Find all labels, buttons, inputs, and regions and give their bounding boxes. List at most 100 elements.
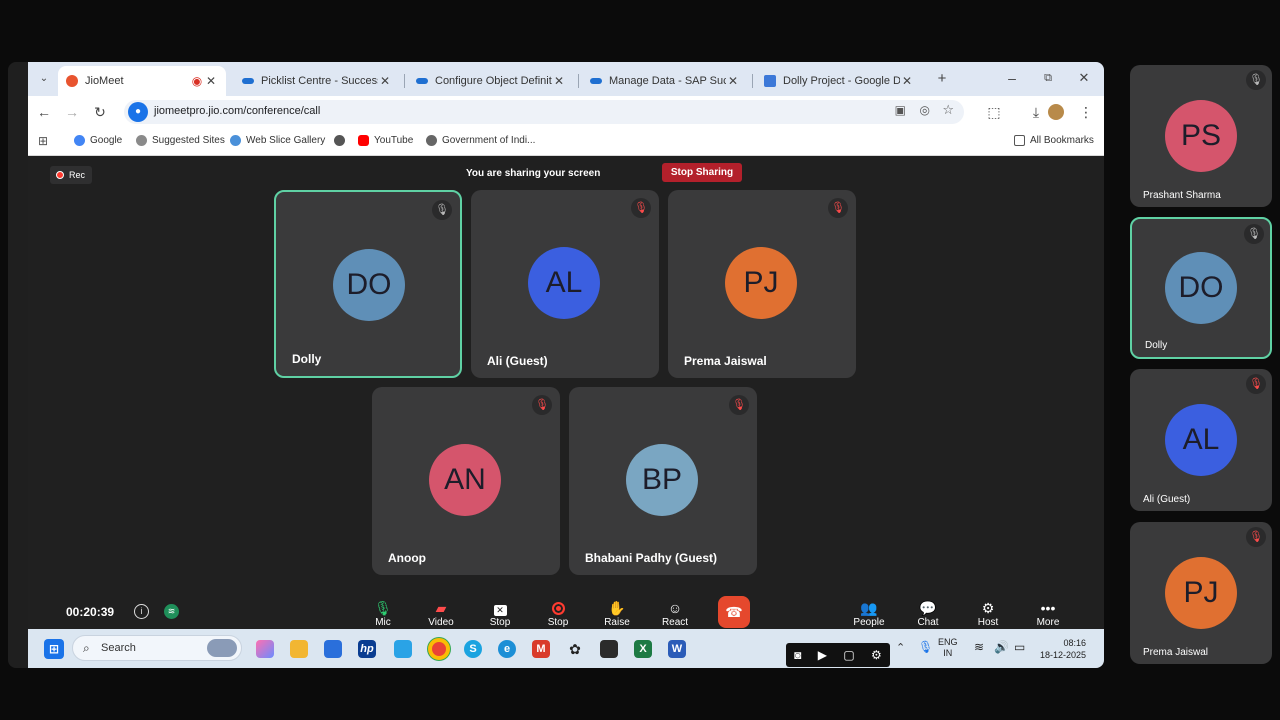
stop-share-button[interactable]: ✕ Stop (478, 599, 522, 628)
participant-tile-dolly[interactable]: 🎙 DO Dolly (274, 190, 462, 378)
skype-icon[interactable]: S (464, 640, 482, 658)
extensions-icon[interactable]: ⬚ (984, 102, 1004, 122)
file-explorer-icon[interactable] (290, 640, 308, 658)
mcafee-icon[interactable]: M (532, 640, 550, 658)
chat-bubble-icon: 💬 (919, 600, 937, 616)
jiomeet-favicon-icon (66, 75, 78, 87)
windows-taskbar: ⊞ ⌕ Search hp S e M ✿ X W ◙ ▶ ▢ ⚙ ⌃ 🎙 EN… (28, 629, 1104, 668)
end-call-button[interactable]: ☎ (718, 596, 750, 628)
language-indicator[interactable]: ENG IN (938, 637, 958, 659)
avatar: AL (1165, 404, 1237, 476)
bookmark-google[interactable]: Google (74, 135, 122, 146)
bookmark-government[interactable]: Government of Indi... (426, 135, 535, 146)
video-record-icon[interactable]: ▶ (818, 643, 827, 667)
hp-icon[interactable]: hp (358, 640, 376, 658)
all-bookmarks[interactable]: All Bookmarks (1014, 135, 1094, 146)
people-button[interactable]: 👥 People (847, 599, 891, 628)
cast-icon[interactable]: ▣ (895, 103, 906, 117)
back-arrow-icon[interactable]: ← (34, 102, 54, 122)
chrome-icon[interactable] (428, 638, 450, 660)
shared-screen: ⌄ JioMeet ◉ ✕ Picklist Centre - SuccessF… (8, 62, 1104, 668)
tab-picklist-centre[interactable]: Picklist Centre - SuccessFact ✕ (234, 66, 400, 96)
participant-tile-ali[interactable]: 🎙 AL Ali (Guest) (471, 190, 659, 378)
tab-close-icon[interactable]: ✕ (552, 74, 566, 88)
globe-icon (426, 135, 437, 146)
video-button[interactable]: ▰ Video (419, 599, 463, 628)
network-signal-icon[interactable]: ≋ (164, 604, 179, 619)
close-window-icon[interactable]: ✕ (1074, 68, 1094, 88)
chatgpt-icon[interactable]: ✿ (566, 640, 584, 658)
side-tile-prashant[interactable]: 🎙 PS Prashant Sharma (1130, 65, 1272, 207)
settings-gear-icon[interactable]: ⚙ (871, 643, 882, 667)
battery-icon[interactable]: ▭ (1014, 640, 1025, 654)
side-tile-prema[interactable]: 🎙 PJ Prema Jaiswal (1130, 522, 1272, 664)
tab-search-chevron-icon[interactable]: ⌄ (34, 69, 54, 89)
participant-tile-anoop[interactable]: 🎙 AN Anoop (372, 387, 560, 575)
taskbar-search-box[interactable]: ⌕ Search (72, 635, 242, 661)
excel-icon[interactable]: X (634, 640, 652, 658)
chat-button[interactable]: 💬 Chat (906, 599, 950, 628)
more-button[interactable]: ••• More (1026, 599, 1070, 628)
side-tile-ali[interactable]: 🎙 AL Ali (Guest) (1130, 369, 1272, 511)
info-icon[interactable]: i (134, 604, 149, 619)
stop-sharing-button[interactable]: Stop Sharing (662, 163, 742, 182)
new-tab-plus-icon[interactable]: + (932, 69, 952, 89)
tab-close-icon[interactable]: ✕ (378, 74, 392, 88)
bookmark-suggested-sites[interactable]: Suggested Sites (136, 135, 225, 146)
window-capture-icon[interactable]: ▢ (843, 643, 854, 667)
tab-close-icon[interactable]: ✕ (900, 74, 914, 88)
participant-tile-bhabani[interactable]: 🎙 BP Bhabani Padhy (Guest) (569, 387, 757, 575)
taskbar-clock[interactable]: 08:16 18-12-2025 (1040, 637, 1086, 661)
bookmark-star-icon[interactable]: ☆ (942, 102, 954, 118)
sticky-notes-icon[interactable] (600, 640, 618, 658)
browser-toolbar: ← → ↻ ● jiomeetpro.jio.com/conference/ca… (28, 96, 1104, 128)
raise-hand-button[interactable]: ✋ Raise (595, 599, 639, 628)
wifi-icon[interactable]: ≋ (974, 640, 984, 654)
edge-icon[interactable]: e (498, 640, 516, 658)
more-dots-icon: ••• (1040, 600, 1056, 616)
avatar: PJ (725, 247, 797, 319)
bookmark-globe[interactable] (334, 135, 350, 146)
bookmark-web-slice-gallery[interactable]: Web Slice Gallery (230, 135, 325, 146)
tab-close-icon[interactable]: ✕ (726, 74, 740, 88)
apps-grid-icon[interactable]: ⊞ (38, 134, 48, 148)
host-button[interactable]: ⚙ Host (966, 599, 1010, 628)
tab-jiomeet[interactable]: JioMeet ◉ ✕ (58, 66, 226, 96)
tray-chevron-icon[interactable]: ⌃ (896, 641, 905, 654)
side-tile-dolly[interactable]: 🎙 DO Dolly (1130, 217, 1272, 359)
hide-eye-icon[interactable]: ◎ (920, 103, 930, 117)
tab-dolly-project[interactable]: Dolly Project - Google Docs ✕ (756, 66, 922, 96)
sharing-status-text: You are sharing your screen (466, 168, 601, 179)
participant-tile-prema[interactable]: 🎙 PJ Prema Jaiswal (668, 190, 856, 378)
camera-icon[interactable]: ◙ (794, 643, 801, 667)
copilot-icon[interactable] (256, 640, 274, 658)
tab-manage-data[interactable]: Manage Data - SAP Success ✕ (582, 66, 748, 96)
google-icon (74, 135, 85, 146)
address-bar[interactable]: ● jiomeetpro.jio.com/conference/call ▣ ◎… (124, 100, 964, 124)
mic-muted-icon: 🎙 (532, 395, 552, 415)
reload-icon[interactable]: ↻ (90, 102, 110, 122)
stop-recording-button[interactable]: Stop (536, 599, 580, 628)
forward-arrow-icon[interactable]: → (62, 102, 82, 122)
store-icon[interactable] (324, 640, 342, 658)
minimize-icon[interactable]: – (1002, 68, 1022, 88)
mic-icon: 🎙 (1246, 70, 1266, 90)
volume-icon[interactable]: 🔊 (994, 640, 1009, 654)
react-button[interactable]: ☺ React (653, 599, 697, 628)
restore-icon[interactable]: ⧉ (1038, 68, 1058, 88)
tab-configure-object[interactable]: Configure Object Definition ✕ (408, 66, 574, 96)
mic-button[interactable]: 🎙 Mic (361, 599, 405, 628)
word-icon[interactable]: W (668, 640, 686, 658)
tray-mic-icon[interactable]: 🎙 (918, 640, 933, 654)
browser-menu-icon[interactable]: ⋮ (1076, 102, 1096, 122)
profile-avatar[interactable] (1048, 104, 1064, 120)
site-mic-icon[interactable]: ● (128, 102, 148, 122)
mic-icon: 🎙 (432, 200, 452, 220)
sap-favicon-icon (416, 78, 428, 84)
youtube-icon (358, 135, 369, 146)
download-icon[interactable]: ⤓ (1026, 102, 1046, 122)
widget-icon[interactable] (394, 640, 412, 658)
tab-close-icon[interactable]: ✕ (204, 74, 218, 88)
windows-start-icon[interactable]: ⊞ (44, 639, 64, 659)
bookmark-youtube[interactable]: YouTube (358, 135, 413, 146)
